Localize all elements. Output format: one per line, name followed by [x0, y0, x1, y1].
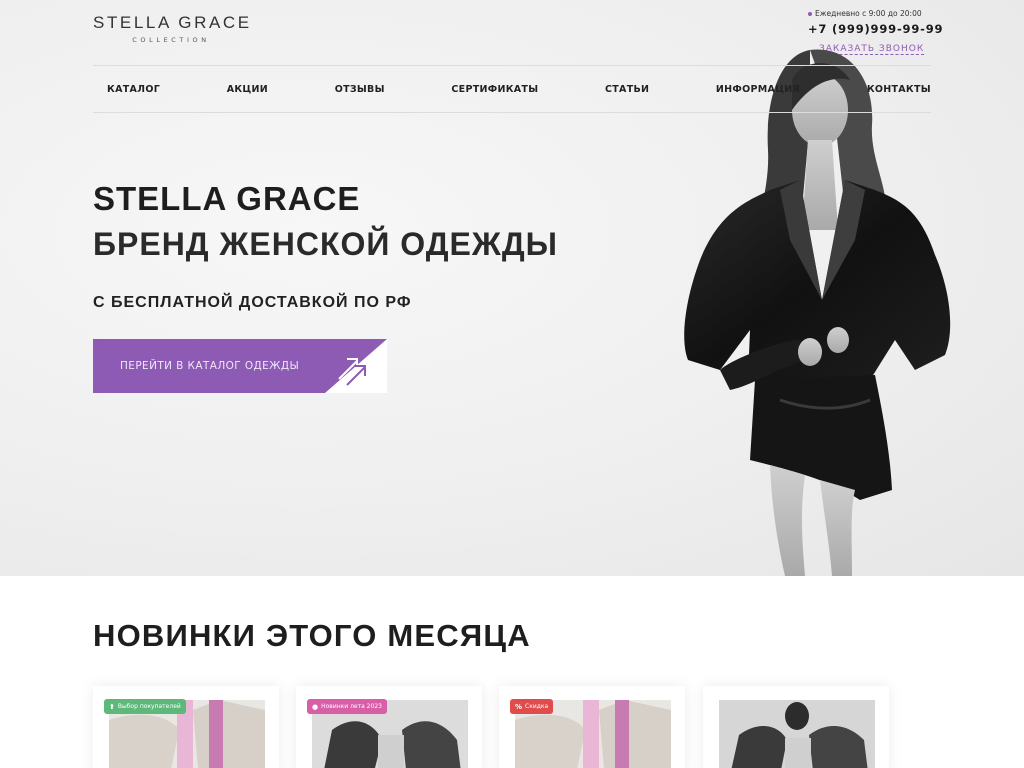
hero-subtitle: БРЕНД ЖЕНСКОЙ ОДЕЖДЫ: [93, 226, 558, 262]
badge-label: Новинки лета 2023: [321, 703, 382, 710]
nav-item-contacts[interactable]: КОНТАКТЫ: [867, 84, 931, 95]
product-image[interactable]: [719, 700, 875, 768]
arrow-corner-icon: [325, 339, 387, 393]
phone-link[interactable]: +7 (999)999-99-99: [808, 22, 943, 36]
nav-item-certificates[interactable]: СЕРТИФИКАТЫ: [451, 84, 538, 95]
nav-item-catalog[interactable]: КАТАЛОГ: [107, 84, 160, 95]
hero-title: STELLA GRACE: [93, 180, 361, 217]
nav-item-reviews[interactable]: ОТЗЫВЫ: [335, 84, 385, 95]
badge-sale: % Скидка: [510, 699, 554, 714]
thumb-up-icon: ⬆: [109, 702, 115, 711]
badge-label: Скидка: [525, 703, 549, 710]
hero-banner: STELLA GRACE COLLECTION Ежедневно с 9:00…: [0, 0, 1024, 576]
product-card[interactable]: % Скидка: [499, 686, 685, 768]
brand-logo-sub: COLLECTION: [132, 36, 210, 44]
nav-item-promotions[interactable]: АКЦИИ: [227, 84, 268, 95]
info-icon: ●: [312, 702, 319, 711]
hero-model-image: [684, 49, 951, 576]
product-card[interactable]: [703, 686, 889, 768]
nav-item-articles[interactable]: СТАТЬИ: [605, 84, 649, 95]
nav-item-information[interactable]: ИНФОРМАЦИЯ: [716, 84, 800, 95]
badge-summer-new: ● Новинки лета 2023: [307, 699, 387, 714]
product-card[interactable]: ● Новинки лета 2023: [296, 686, 482, 768]
badge-customer-choice: ⬆ Выбор покупателей: [104, 699, 186, 714]
badge-label: Выбор покупателей: [117, 703, 181, 710]
work-hours-text: Ежедневно с 9:00 до 20:00: [815, 9, 922, 18]
brand-logo[interactable]: STELLA GRACE COLLECTION: [93, 13, 253, 44]
brand-logo-name: STELLA GRACE: [93, 13, 252, 32]
main-nav: КАТАЛОГ АКЦИИ ОТЗЫВЫ СЕРТИФИКАТЫ СТАТЬИ …: [93, 65, 931, 113]
product-card[interactable]: ⬆ Выбор покупателей: [93, 686, 279, 768]
work-hours: Ежедневно с 9:00 до 20:00: [808, 9, 938, 18]
catalog-cta-button[interactable]: ПЕРЕЙТИ В КАТАЛОГ ОДЕЖДЫ: [93, 339, 387, 393]
hero-delivery-text: С БЕСПЛАТНОЙ ДОСТАВКОЙ ПО РФ: [93, 294, 412, 311]
new-arrivals-title: НОВИНКИ ЭТОГО МЕСЯЦА: [93, 618, 531, 653]
percent-icon: %: [515, 702, 523, 711]
catalog-cta-label: ПЕРЕЙТИ В КАТАЛОГ ОДЕЖДЫ: [120, 360, 300, 372]
clock-dot-icon: [808, 11, 812, 16]
